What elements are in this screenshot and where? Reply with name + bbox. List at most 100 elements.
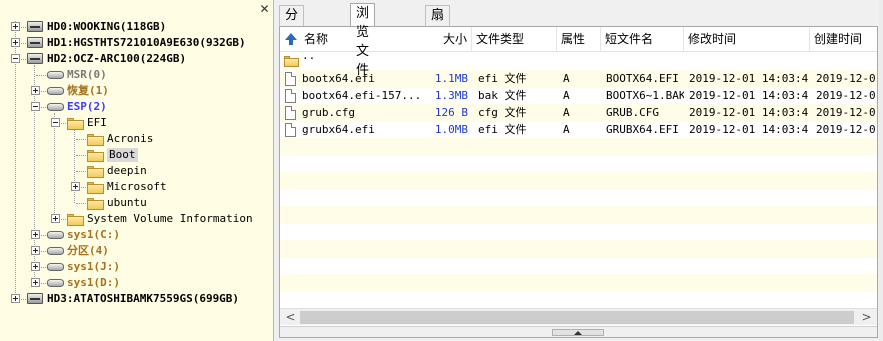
partition-icon bbox=[47, 103, 64, 111]
horizontal-scrollbar[interactable]: < > bbox=[280, 308, 877, 325]
file-modified-cell: 2019-12-01 14:03:46 bbox=[689, 89, 809, 102]
parent-folder-label: .. bbox=[302, 49, 316, 62]
tree-node-disk[interactable]: HD0:WOOKING(118GB) bbox=[0, 19, 270, 35]
tree-node-folder[interactable]: Acronis bbox=[0, 131, 270, 147]
expand-icon[interactable] bbox=[31, 86, 40, 95]
scroll-left-icon[interactable]: < bbox=[282, 309, 299, 326]
tree-node-folder[interactable]: deepin bbox=[0, 163, 270, 179]
tree-node-folder[interactable]: Boot bbox=[0, 147, 270, 163]
folder-icon bbox=[87, 198, 104, 210]
scroll-right-icon[interactable]: > bbox=[858, 309, 875, 326]
tree-node-folder[interactable]: Microsoft bbox=[0, 179, 270, 195]
collapse-icon[interactable] bbox=[51, 118, 60, 127]
hard-disk-icon bbox=[27, 53, 43, 64]
expand-icon[interactable] bbox=[31, 246, 40, 255]
expand-icon[interactable] bbox=[31, 262, 40, 271]
expand-icon[interactable] bbox=[31, 278, 40, 287]
scrollbar-thumb[interactable] bbox=[300, 311, 854, 324]
expand-icon[interactable] bbox=[31, 230, 40, 239]
tree-node-disk[interactable]: HD2:OCZ-ARC100(224GB) bbox=[0, 51, 270, 67]
expand-icon[interactable] bbox=[11, 294, 20, 303]
expand-icon[interactable] bbox=[11, 22, 20, 31]
file-attr-cell: A bbox=[563, 72, 570, 85]
tree-node-partition[interactable]: 恢复(1) bbox=[0, 83, 270, 99]
tree-node-partition[interactable]: ESP(2) bbox=[0, 99, 270, 115]
file-icon bbox=[285, 72, 296, 86]
file-attr-cell: A bbox=[563, 123, 570, 136]
tree-node-disk[interactable]: HD3:ATATOSHIBAMK7559GS(699GB) bbox=[0, 291, 270, 307]
tab-sector-edit[interactable]: 扇区编辑 bbox=[425, 5, 451, 80]
file-size-cell: 1.3MB bbox=[434, 89, 468, 102]
tree-node-partition[interactable]: sys1(C:) bbox=[0, 227, 270, 243]
tree-node-label: 恢复(1) bbox=[67, 84, 109, 97]
tree-node-partition[interactable]: MSR(0) bbox=[0, 67, 270, 83]
empty-row bbox=[280, 223, 877, 241]
window-edge bbox=[879, 0, 883, 341]
folder-icon bbox=[67, 118, 84, 130]
tree-connector bbox=[36, 75, 46, 76]
column-header-size[interactable]: 大小 bbox=[422, 27, 472, 52]
tree-node-label: EFI bbox=[87, 116, 107, 129]
collapse-icon[interactable] bbox=[11, 54, 20, 63]
tree-node-disk[interactable]: HD1:HGSTHTS721010A9E630(932GB) bbox=[0, 35, 270, 51]
file-created-cell: 2019-12-01 bbox=[816, 106, 876, 119]
tree-node-partition[interactable]: sys1(D:) bbox=[0, 275, 270, 291]
file-name-cell: grubx64.efi bbox=[302, 123, 375, 136]
file-type-cell: bak 文件 bbox=[478, 89, 527, 102]
collapse-icon[interactable] bbox=[31, 102, 40, 111]
file-modified-cell: 2019-12-01 14:03:46 bbox=[689, 123, 809, 136]
folder-icon bbox=[87, 166, 104, 178]
tab-browse-files[interactable]: 浏览文件 bbox=[350, 3, 376, 78]
file-attr-cell: A bbox=[563, 89, 570, 102]
file-size-cell: 1.1MB bbox=[434, 72, 468, 85]
column-header-short-name[interactable]: 短文件名 bbox=[601, 27, 684, 52]
tree-node-label: sys1(J:) bbox=[67, 260, 120, 273]
column-header-attr[interactable]: 属性 bbox=[557, 27, 601, 52]
file-row[interactable]: bootx64.efi 1.1MB efi 文件 A BOOTX64.EFI 2019-1… bbox=[280, 70, 877, 88]
tree-node-label: ubuntu bbox=[107, 196, 147, 209]
tree-node-partition[interactable]: sys1(J:) bbox=[0, 259, 270, 275]
tree-node-label: Microsoft bbox=[107, 180, 167, 193]
tree-node-label: deepin bbox=[107, 164, 147, 177]
expand-icon[interactable] bbox=[71, 182, 80, 191]
file-icon bbox=[285, 106, 296, 120]
tree-node-folder[interactable]: EFI bbox=[0, 115, 270, 131]
panel-splitter[interactable] bbox=[280, 326, 877, 337]
file-type-cell: efi 文件 bbox=[478, 72, 527, 85]
splitter-grip-icon[interactable] bbox=[552, 329, 604, 336]
close-panel-icon[interactable]: ✕ bbox=[258, 3, 271, 16]
tree-node-label: sys1(D:) bbox=[67, 276, 120, 289]
tree-node-label: sys1(C:) bbox=[67, 228, 120, 241]
folder-icon bbox=[87, 134, 104, 146]
tree-node-label: Acronis bbox=[107, 132, 154, 145]
file-row[interactable]: grub.cfg 126 B cfg 文件 A GRUB.CFG 2019-12-01 1… bbox=[280, 104, 877, 122]
tree-node-label: HD3:ATATOSHIBAMK7559GS(699GB) bbox=[47, 292, 240, 305]
partition-icon bbox=[47, 231, 64, 239]
tree-node-partition[interactable]: 分区(4) bbox=[0, 243, 270, 259]
file-short-cell: GRUBX64.EFI bbox=[606, 123, 679, 136]
empty-row bbox=[280, 274, 877, 292]
hard-disk-icon bbox=[27, 21, 43, 32]
column-header-created[interactable]: 创建时间 bbox=[810, 27, 877, 52]
empty-row bbox=[280, 172, 877, 190]
tab-partition-params[interactable]: 分区参数 bbox=[279, 5, 305, 80]
column-header-type[interactable]: 文件类型 bbox=[472, 27, 557, 52]
expand-icon[interactable] bbox=[51, 214, 60, 223]
tree-node-label: HD1:HGSTHTS721010A9E630(932GB) bbox=[47, 36, 246, 49]
empty-row bbox=[280, 240, 877, 258]
file-row[interactable]: grubx64.efi 1.0MB efi 文件 A GRUBX64.EFI 2019-1… bbox=[280, 121, 877, 139]
tree-node-folder[interactable]: System Volume Information bbox=[0, 211, 270, 227]
file-size-cell: 126 B bbox=[434, 106, 468, 119]
file-created-cell: 2019-12-01 bbox=[816, 89, 876, 102]
tree-node-label: 分区(4) bbox=[67, 244, 109, 257]
expand-icon[interactable] bbox=[11, 38, 20, 47]
up-folder-icon[interactable] bbox=[285, 33, 297, 45]
tree-node-folder[interactable]: ubuntu bbox=[0, 195, 270, 211]
empty-row bbox=[280, 257, 877, 275]
file-row[interactable]: bootx64.efi-157... 1.3MB bak 文件 A BOOTX6~1.B… bbox=[280, 87, 877, 105]
column-header-modified[interactable]: 修改时间 bbox=[684, 27, 810, 52]
file-attr-cell: A bbox=[563, 106, 570, 119]
hard-disk-icon bbox=[27, 293, 43, 304]
file-modified-cell: 2019-12-01 14:03:46 bbox=[689, 72, 809, 85]
parent-folder-row[interactable]: .. bbox=[280, 49, 877, 70]
